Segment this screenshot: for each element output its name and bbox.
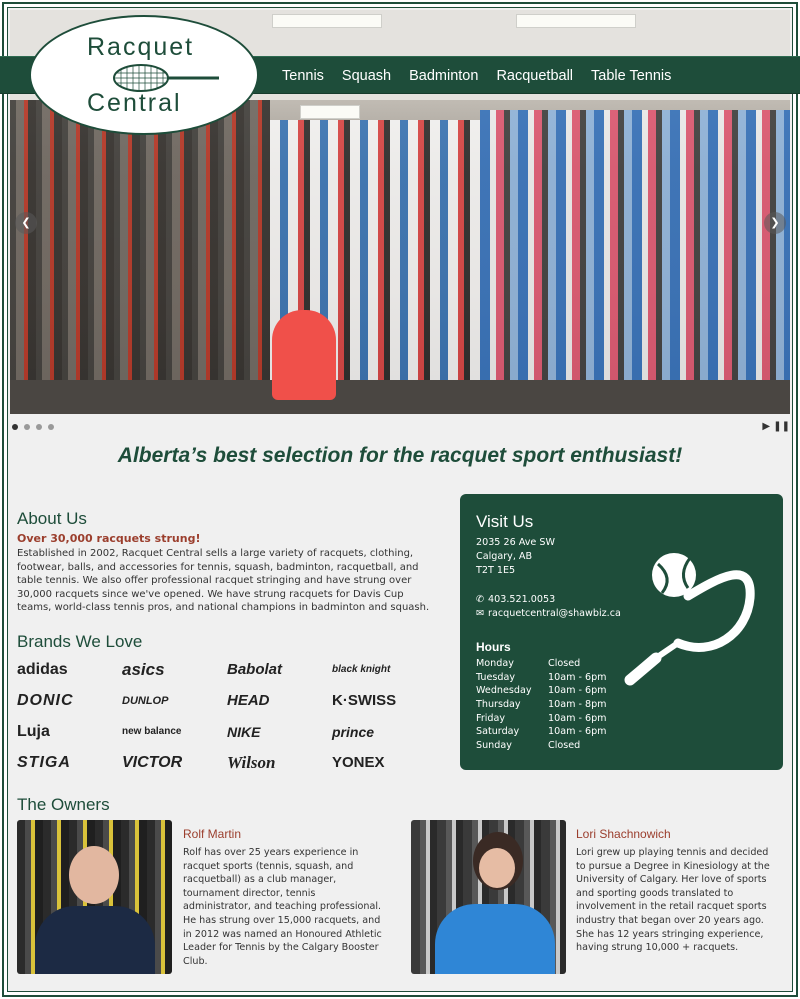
hours-day: Tuesday xyxy=(476,671,516,683)
email-link[interactable]: racquetcentral@shawbiz.ca xyxy=(488,608,621,619)
brand-logo-stiga: STIGA xyxy=(17,753,71,771)
brand-logo-head: HEAD xyxy=(227,692,270,709)
owner-photo-lori xyxy=(411,820,566,974)
logo-text-central: Central xyxy=(87,89,182,117)
address-line: T2T 1E5 xyxy=(476,565,516,576)
nav-racquetball[interactable]: Racquetball xyxy=(496,68,573,84)
brand-logo-black-knight: black knight xyxy=(332,664,391,675)
nav-badminton[interactable]: Badminton xyxy=(409,68,478,84)
brand-logo-dunlop: DUNLOP xyxy=(122,694,169,707)
about-text: Established in 2002, Racquet Central sel… xyxy=(17,548,430,614)
slider-controls: ▶ ❚❚ xyxy=(762,421,790,432)
slider-dot[interactable] xyxy=(12,424,18,430)
hours-day: Thursday xyxy=(476,699,521,711)
about-subtitle: Over 30,000 racquets strung! xyxy=(17,532,201,545)
brand-logo-yonex: YONEX xyxy=(332,754,385,771)
visit-us-panel: Visit Us 2035 26 Ave SW Calgary, AB T2T … xyxy=(460,494,783,770)
hours-day: Saturday xyxy=(476,726,520,738)
hours-table: Monday Closed Tuesday 10am - 6pm Wednesday… xyxy=(476,657,607,752)
play-icon[interactable]: ▶ xyxy=(762,421,770,432)
hours-time: 10am - 8pm xyxy=(548,699,607,711)
pause-icon[interactable]: ❚❚ xyxy=(773,421,790,432)
brand-logo-babolat: Babolat xyxy=(227,661,283,678)
nav-squash[interactable]: Squash xyxy=(342,68,391,84)
hours-time: 10am - 6pm xyxy=(548,712,607,724)
owner-name-lori: Lori Shachnowich xyxy=(576,827,671,841)
hours-time: 10am - 6pm xyxy=(548,685,607,697)
envelope-icon: ✉ xyxy=(476,608,485,619)
brand-logo-victor: VICTOR xyxy=(122,753,183,771)
hours-row: Sunday Closed xyxy=(476,739,607,753)
owner-name-rolf: Rolf Martin xyxy=(183,827,242,841)
owners-title: The Owners xyxy=(17,795,110,814)
site-logo[interactable]: Racquet Central xyxy=(29,15,259,135)
slider-prev-icon[interactable]: ❮ xyxy=(15,212,37,234)
slider-dot[interactable] xyxy=(24,424,30,430)
brand-logo-nike: NIKE xyxy=(227,723,261,740)
slider-dot[interactable] xyxy=(36,424,42,430)
brand-logo-adidas: adidas xyxy=(17,660,68,678)
phone-number[interactable]: 403.521.0053 xyxy=(488,594,555,605)
nav-table-tennis[interactable]: Table Tennis xyxy=(591,68,671,84)
address-line: Calgary, AB xyxy=(476,551,533,562)
brand-logo-asics: asics xyxy=(122,659,165,679)
mannequin xyxy=(272,310,336,400)
hours-day: Monday xyxy=(476,658,514,670)
apparel-wall xyxy=(480,110,790,414)
visit-title: Visit Us xyxy=(476,512,534,531)
address-line: 2035 26 Ave SW xyxy=(476,537,555,548)
hours-time: 10am - 6pm xyxy=(548,671,607,683)
hours-row: Friday 10am - 6pm xyxy=(476,711,607,725)
owner-photo-rolf xyxy=(17,820,172,974)
email-contact[interactable]: ✉ racquetcentral@shawbiz.ca xyxy=(476,608,621,619)
hours-day: Sunday xyxy=(476,739,512,751)
tennis-racquet-icon xyxy=(624,553,755,686)
hours-row: Wednesday 10am - 6pm xyxy=(476,684,607,698)
brand-logo-kswiss: K·SWISS xyxy=(332,692,397,709)
brand-logo-donic: DONIC xyxy=(17,691,74,709)
hours-day: Wednesday xyxy=(476,685,532,697)
slider-dot[interactable] xyxy=(48,424,54,430)
slider-next-icon[interactable]: ❯ xyxy=(764,212,786,234)
nav-tennis[interactable]: Tennis xyxy=(282,68,324,84)
phone-contact[interactable]: ✆ 403.521.0053 xyxy=(476,594,555,605)
brand-logo-new-balance: new balance xyxy=(122,726,182,737)
hours-time: Closed xyxy=(548,739,581,751)
hours-row: Monday Closed xyxy=(476,657,607,671)
brand-logo-luja: Luja xyxy=(17,722,50,740)
racquet-wall xyxy=(10,100,270,414)
hours-day: Friday xyxy=(476,712,506,724)
logo-text-racquet: Racquet xyxy=(87,33,195,61)
hours-row: Saturday 10am - 6pm xyxy=(476,725,607,739)
tagline: Alberta’s best selection for the racquet… xyxy=(117,444,683,467)
brands-grid: adidas asics Babolat black knight DONIC … xyxy=(17,654,437,778)
floor xyxy=(10,380,790,414)
hours-title: Hours xyxy=(476,640,511,654)
brands-title: Brands We Love xyxy=(17,632,143,651)
owner-bio-lori: Lori grew up playing tennis and decided … xyxy=(576,847,770,954)
brand-logo-prince: prince xyxy=(332,723,375,740)
hours-row: Tuesday 10am - 6pm xyxy=(476,671,607,685)
about-title: About Us xyxy=(17,509,87,528)
hours-time: 10am - 6pm xyxy=(548,726,607,738)
slider-dots xyxy=(12,424,54,430)
brand-logo-wilson: Wilson xyxy=(227,752,276,772)
hours-row: Thursday 10am - 8pm xyxy=(476,698,607,712)
phone-icon: ✆ xyxy=(476,594,485,605)
owner-bio-rolf: Rolf has over 25 years experience in rac… xyxy=(183,847,382,967)
hours-time: Closed xyxy=(548,658,581,670)
